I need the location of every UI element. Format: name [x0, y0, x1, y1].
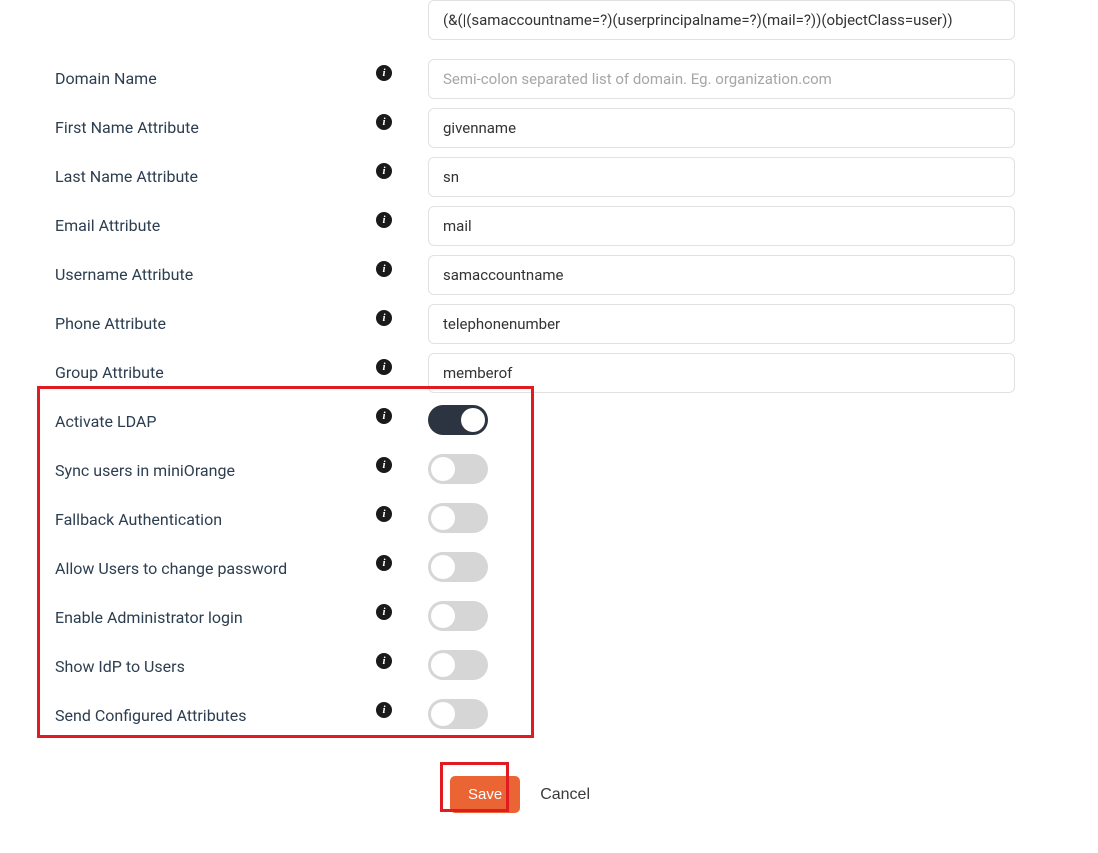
info-icon[interactable]: i [376, 359, 392, 375]
info-icon[interactable]: i [376, 604, 392, 620]
group-attr-input[interactable] [428, 353, 1015, 393]
filter-input[interactable] [428, 0, 1015, 40]
allow-pw-change-label: Allow Users to change password [55, 559, 287, 578]
last-name-attr-input[interactable] [428, 157, 1015, 197]
allow-pw-change-toggle[interactable] [428, 552, 488, 582]
info-icon[interactable]: i [376, 506, 392, 522]
info-icon[interactable]: i [376, 65, 392, 81]
last-name-attr-label: Last Name Attribute [55, 167, 198, 186]
phone-attr-input[interactable] [428, 304, 1015, 344]
first-name-attr-label: First Name Attribute [55, 118, 199, 137]
sync-users-toggle[interactable] [428, 454, 488, 484]
info-icon[interactable]: i [376, 163, 392, 179]
info-icon[interactable]: i [376, 555, 392, 571]
domain-name-input[interactable] [428, 59, 1015, 99]
show-idp-label: Show IdP to Users [55, 657, 185, 676]
email-attr-input[interactable] [428, 206, 1015, 246]
info-icon[interactable]: i [376, 212, 392, 228]
send-configured-attrs-toggle[interactable] [428, 699, 488, 729]
domain-name-label: Domain Name [55, 69, 157, 88]
email-attr-label: Email Attribute [55, 216, 160, 235]
phone-attr-label: Phone Attribute [55, 314, 166, 333]
save-button[interactable]: Save [450, 776, 520, 813]
info-icon[interactable]: i [376, 457, 392, 473]
first-name-attr-input[interactable] [428, 108, 1015, 148]
cancel-button[interactable]: Cancel [540, 786, 590, 804]
group-attr-label: Group Attribute [55, 363, 164, 382]
show-idp-toggle[interactable] [428, 650, 488, 680]
sync-users-label: Sync users in miniOrange [55, 461, 235, 480]
activate-ldap-label: Activate LDAP [55, 412, 156, 431]
fallback-auth-label: Fallback Authentication [55, 510, 222, 529]
info-icon[interactable]: i [376, 408, 392, 424]
username-attr-input[interactable] [428, 255, 1015, 295]
info-icon[interactable]: i [376, 310, 392, 326]
fallback-auth-toggle[interactable] [428, 503, 488, 533]
username-attr-label: Username Attribute [55, 265, 193, 284]
info-icon[interactable]: i [376, 114, 392, 130]
activate-ldap-toggle[interactable] [428, 405, 488, 435]
enable-admin-login-toggle[interactable] [428, 601, 488, 631]
info-icon[interactable]: i [376, 653, 392, 669]
info-icon[interactable]: i [376, 261, 392, 277]
enable-admin-login-label: Enable Administrator login [55, 608, 243, 627]
info-icon[interactable]: i [376, 702, 392, 718]
send-configured-attrs-label: Send Configured Attributes [55, 706, 246, 725]
